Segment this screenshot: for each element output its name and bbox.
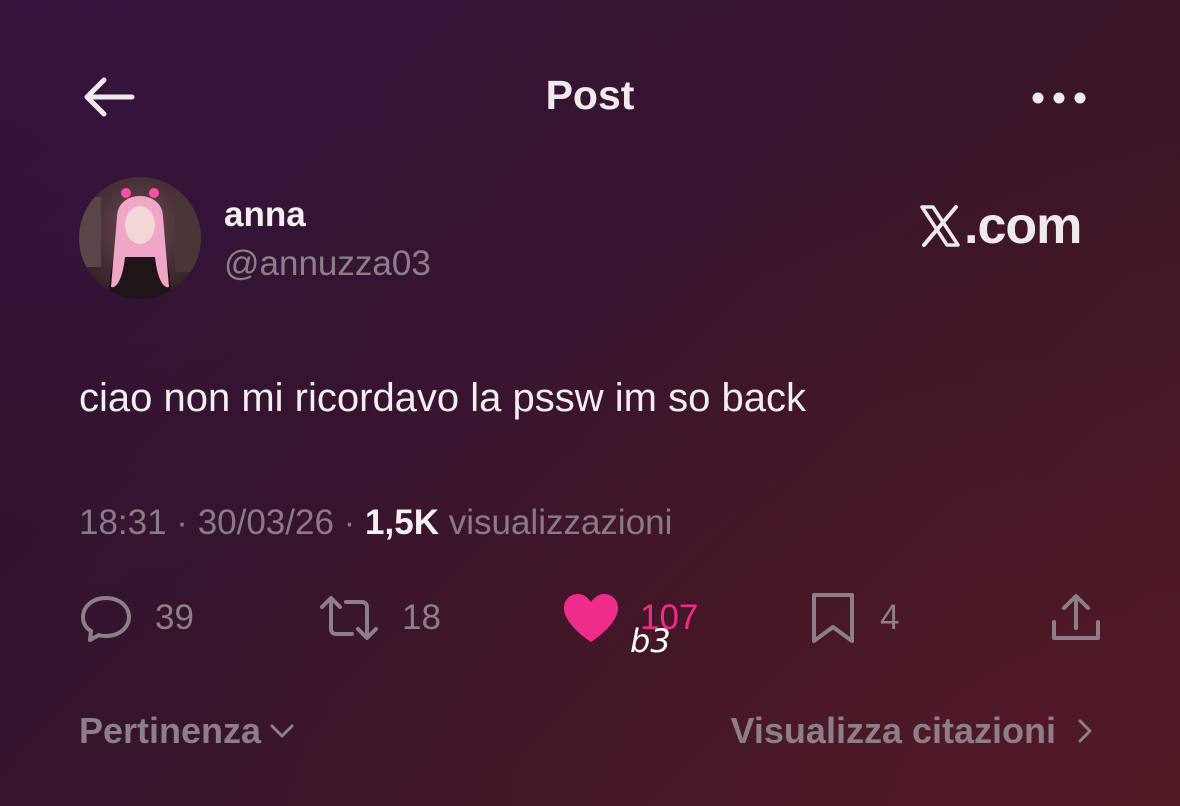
views-label: visualizzazioni: [438, 503, 673, 542]
x-logo-icon: [920, 205, 960, 247]
quotes-label: Visualizza citazioni: [730, 710, 1056, 751]
more-options-button[interactable]: [1026, 80, 1092, 116]
sort-dropdown[interactable]: Pertinenza: [79, 710, 297, 752]
chevron-down-icon: [270, 724, 294, 738]
reply-count: 39: [155, 598, 194, 637]
repost-icon: [320, 596, 378, 640]
bookmark-icon: [812, 593, 854, 643]
bookmark-count: 4: [880, 598, 900, 637]
repost-count: 18: [402, 598, 441, 637]
author-handle[interactable]: @annuzza03: [224, 244, 431, 284]
views-count: 1,5K: [365, 503, 439, 542]
post-timestamp: 18:31 · 30/03/26 ·: [79, 503, 366, 542]
repost-button[interactable]: 18: [318, 588, 441, 648]
post-text: ciao non mi ricordavo la pssw im so back: [79, 376, 806, 420]
share-button[interactable]: [1048, 588, 1104, 648]
overlay-annotation: b3: [630, 622, 671, 660]
view-quotes-link[interactable]: Visualizza citazioni: [731, 710, 1100, 752]
more-dots-icon: [1032, 92, 1086, 104]
share-icon: [1052, 594, 1100, 640]
chevron-right-icon: [1078, 719, 1092, 743]
avatar-image: [79, 177, 201, 299]
heart-icon: [564, 594, 618, 642]
x-brand-logo: .com: [918, 196, 1082, 256]
sort-label: Pertinenza: [79, 710, 262, 751]
post-meta: 18:31 · 30/03/26 · 1,5K visualizzazioni: [79, 503, 672, 543]
avatar[interactable]: [79, 177, 201, 299]
brand-domain: .com: [964, 197, 1082, 255]
page-title: Post: [545, 72, 635, 118]
bookmark-button[interactable]: 4: [808, 588, 899, 648]
reply-button[interactable]: 39: [79, 588, 194, 648]
author-name[interactable]: anna: [224, 195, 306, 235]
reply-icon: [81, 596, 131, 642]
